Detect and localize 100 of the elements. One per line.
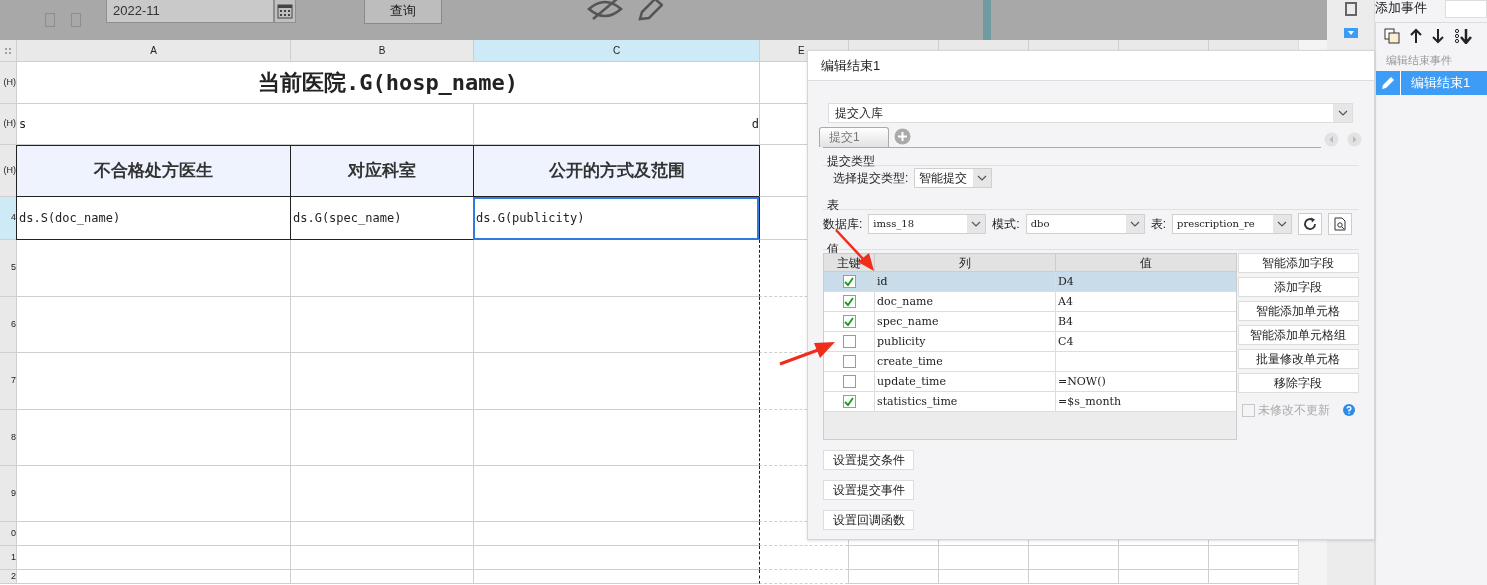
row-header[interactable]: 0 [0, 522, 16, 546]
checkbox-label: 未修改不更新 [1257, 402, 1330, 419]
select-field[interactable]: dbo [1025, 214, 1145, 234]
event-group-label: 编辑结束事件 [1385, 53, 1453, 68]
row-header[interactable]: 8 [0, 410, 16, 466]
table-cell: B4 [1055, 312, 1236, 331]
caret-icon [1347, 31, 1354, 35]
side-button[interactable]: 智能添加字段 [1237, 253, 1359, 273]
copy-icon[interactable] [1384, 28, 1400, 44]
row-header[interactable]: 9 [0, 466, 16, 522]
bottom-button[interactable]: 设置提交事件 [823, 480, 914, 500]
field-label: 模式: [992, 216, 1020, 233]
select-field[interactable]: 智能提交 [914, 168, 993, 188]
column-label[interactable]: B [291, 40, 473, 61]
table-cell[interactable]: ds.G(spec_name) [290, 197, 473, 240]
column-label[interactable]: A [17, 40, 290, 61]
refresh-button[interactable] [1298, 213, 1323, 235]
table-cell: C4 [1055, 332, 1236, 351]
caret-icon [1129, 221, 1140, 227]
eye-off-icon [587, 0, 623, 21]
row-header[interactable]: 6 [0, 297, 16, 353]
document-search-icon [1333, 217, 1347, 231]
cell-text: s [19, 116, 27, 133]
row-header[interactable]: (H) [0, 145, 16, 197]
checkbox[interactable] [842, 275, 856, 288]
cell-text: d [751, 116, 759, 133]
side-button[interactable]: 智能添加单元格 [1237, 301, 1359, 321]
panel-title: 添加事件 [1375, 0, 1427, 16]
side-button[interactable]: 移除字段 [1237, 373, 1359, 393]
annotation-arrow [778, 340, 836, 366]
side-button[interactable]: 批量修改单元格 [1237, 349, 1359, 369]
table-cell: =NOW() [1055, 372, 1236, 391]
select-field[interactable]: prescription_re [1172, 214, 1293, 234]
add-icon[interactable] [894, 128, 911, 145]
row-header[interactable]: 7 [0, 353, 16, 410]
field-label: 选择提交类型: [833, 170, 909, 187]
arrow-up-icon[interactable] [1410, 28, 1422, 44]
side-button[interactable]: 智能添加单元格组 [1237, 325, 1359, 345]
square-icon[interactable] [1344, 2, 1357, 16]
caret-icon [977, 175, 988, 181]
table-row[interactable]: create_time [824, 352, 1236, 372]
column-heading: 公开的方式及范围 [548, 160, 685, 183]
checkbox[interactable] [842, 315, 856, 328]
table-cell[interactable]: ds.G(publicity) [473, 197, 759, 240]
column-label[interactable]: C [474, 40, 759, 61]
column-heading: 对应科室 [348, 160, 416, 183]
table-cell[interactable]: ds.S(doc_name) [16, 197, 290, 240]
field-label: 表: [1150, 216, 1167, 233]
side-button[interactable]: 添加字段 [1237, 277, 1359, 297]
table-cell: A4 [1055, 292, 1236, 311]
refresh-icon [1303, 217, 1318, 231]
table-cell: spec_name [874, 312, 1055, 331]
bottom-button[interactable]: 设置回调函数 [823, 510, 914, 530]
row-header[interactable]: 1 [0, 546, 16, 570]
checkbox[interactable] [842, 355, 856, 368]
date-field[interactable]: 2022-11 [106, 0, 274, 23]
checkbox[interactable] [842, 295, 856, 308]
table-cell: update_time [874, 372, 1055, 391]
table-row[interactable]: update_time =NOW() [824, 372, 1236, 392]
query-button[interactable]: 查询 [364, 0, 442, 24]
table-row[interactable]: doc_name A4 [824, 292, 1236, 312]
row-header[interactable]: 4 [0, 197, 16, 240]
table-cell: publicity [874, 332, 1055, 351]
table-row[interactable]: statistics_time =$s_month [824, 392, 1236, 412]
checkbox[interactable] [842, 375, 856, 388]
calendar-icon[interactable] [274, 0, 296, 23]
table-cell: id [874, 272, 1055, 291]
preview-button[interactable] [1328, 213, 1353, 235]
scroll-marker [983, 0, 991, 40]
column-heading: 主键 [836, 255, 862, 271]
row-header[interactable]: (H) [0, 62, 16, 104]
checkbox-icon [45, 13, 55, 27]
select-field[interactable]: imss_18 [868, 214, 987, 234]
action-select[interactable]: 提交入库 [828, 103, 1353, 123]
table-cell: statistics_time [874, 392, 1055, 411]
pencil-icon [1381, 76, 1395, 90]
table-cell: D4 [1055, 272, 1236, 291]
arrow-down-icon[interactable] [1432, 28, 1444, 44]
row-header[interactable]: 2 [0, 570, 16, 584]
report-title: 当前医院.G(hosp_name) [257, 69, 519, 97]
section-label: 提交类型 [827, 154, 875, 168]
section-label: 表 [827, 198, 839, 212]
tab[interactable]: 提交1 [819, 127, 889, 147]
table-row[interactable]: id D4 [824, 272, 1236, 292]
checkbox[interactable] [842, 335, 856, 348]
table-row[interactable]: spec_name B4 [824, 312, 1236, 332]
move-bottom-icon[interactable] [1454, 28, 1472, 44]
table-row[interactable]: publicity C4 [824, 332, 1236, 352]
column-heading: 不合格处方医生 [94, 160, 213, 183]
help-icon[interactable] [1343, 404, 1355, 416]
table-cell: =$s_month [1055, 392, 1236, 411]
event-field[interactable] [1445, 0, 1487, 18]
table-cell: doc_name [874, 292, 1055, 311]
column-heading: 值 [1055, 254, 1236, 271]
row-header[interactable]: 5 [0, 240, 16, 297]
dropdown-button[interactable] [1343, 28, 1358, 38]
checkbox[interactable] [842, 395, 856, 408]
bottom-button[interactable]: 设置提交条件 [823, 450, 914, 470]
caret-icon [971, 221, 982, 227]
row-header[interactable]: (H) [0, 104, 16, 145]
